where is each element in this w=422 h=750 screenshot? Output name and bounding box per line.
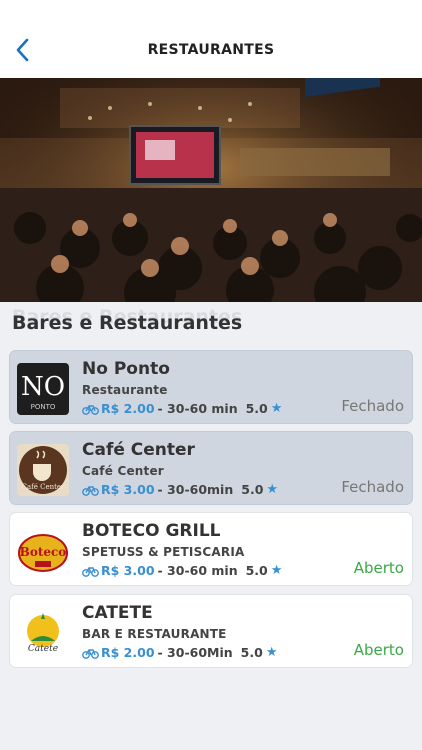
delivery-price: R$ 2.00 bbox=[101, 401, 155, 416]
restaurant-card[interactable]: Catete CATETE BAR E RESTAURANTE R$ 2.00 … bbox=[9, 594, 413, 668]
page-title: RESTAURANTES bbox=[147, 42, 275, 58]
restaurant-name: No Ponto bbox=[82, 359, 170, 379]
svg-text:Catete: Catete bbox=[28, 644, 58, 654]
status-label: Fechado bbox=[341, 397, 404, 415]
no-ponto-logo: NO PONTO bbox=[17, 363, 69, 415]
restaurant-info: R$ 2.00 - 30-60 min 5.0 ★ bbox=[82, 401, 282, 416]
bike-icon bbox=[82, 485, 99, 496]
restaurant-info: R$ 3.00 - 30-60 min 5.0 ★ bbox=[82, 563, 282, 578]
star-icon: ★ bbox=[270, 563, 283, 578]
svg-text:Boteco: Boteco bbox=[20, 545, 67, 559]
cafe-center-logo: Café Center bbox=[17, 444, 69, 496]
restaurant-subtitle: BAR E RESTAURANTE bbox=[82, 627, 227, 641]
hero-image: SOMOS TODOS bbox=[0, 78, 422, 302]
delivery-time: - 30-60 min bbox=[157, 563, 238, 578]
svg-text:NO: NO bbox=[21, 372, 65, 402]
restaurant-card[interactable]: NO PONTO No Ponto Restaurante R$ 2.00 - … bbox=[9, 350, 413, 424]
rating-value: 5.0 bbox=[240, 645, 263, 660]
restaurant-info: R$ 3.00 - 30-60min 5.0 ★ bbox=[82, 482, 278, 497]
delivery-time: - 30-60 min bbox=[157, 401, 238, 416]
restaurant-subtitle: SPETUSS & PETISCARIA bbox=[82, 545, 245, 559]
star-icon: ★ bbox=[266, 482, 279, 497]
restaurant-name: CATETE bbox=[82, 603, 153, 623]
catete-logo: Catete bbox=[17, 607, 69, 659]
restaurant-name: Café Center bbox=[82, 440, 195, 460]
restaurant-subtitle: Restaurante bbox=[82, 383, 168, 397]
bike-icon bbox=[82, 648, 99, 659]
bike-icon bbox=[82, 566, 99, 577]
rating-value: 5.0 bbox=[245, 563, 268, 578]
restaurant-subtitle: Café Center bbox=[82, 464, 164, 478]
delivery-price: R$ 3.00 bbox=[101, 563, 155, 578]
rating-value: 5.0 bbox=[241, 482, 264, 497]
status-label: Aberto bbox=[353, 559, 404, 577]
restaurant-card[interactable]: Café Center Café Center Café Center R$ 3… bbox=[9, 431, 413, 505]
delivery-time: - 30-60min bbox=[157, 482, 234, 497]
delivery-time: - 30-60Min bbox=[157, 645, 233, 660]
top-bar: RESTAURANTES bbox=[0, 0, 422, 78]
boteco-grill-logo: Boteco bbox=[17, 525, 69, 577]
restaurant-name: BOTECO GRILL bbox=[82, 521, 221, 541]
status-label: Aberto bbox=[353, 641, 404, 659]
delivery-price: R$ 2.00 bbox=[101, 645, 155, 660]
status-label: Fechado bbox=[341, 478, 404, 496]
restaurant-info: R$ 2.00 - 30-60Min 5.0 ★ bbox=[82, 645, 277, 660]
bike-icon bbox=[82, 404, 99, 415]
section-heading: Bares e Restaurantes bbox=[12, 312, 243, 334]
rating-value: 5.0 bbox=[245, 401, 268, 416]
star-icon: ★ bbox=[265, 645, 278, 660]
svg-text:PONTO: PONTO bbox=[31, 403, 56, 411]
star-icon: ★ bbox=[270, 401, 283, 416]
restaurant-card[interactable]: Boteco BOTECO GRILL SPETUSS & PETISCARIA… bbox=[9, 512, 413, 586]
svg-text:Café Center: Café Center bbox=[22, 483, 65, 491]
delivery-price: R$ 3.00 bbox=[101, 482, 155, 497]
